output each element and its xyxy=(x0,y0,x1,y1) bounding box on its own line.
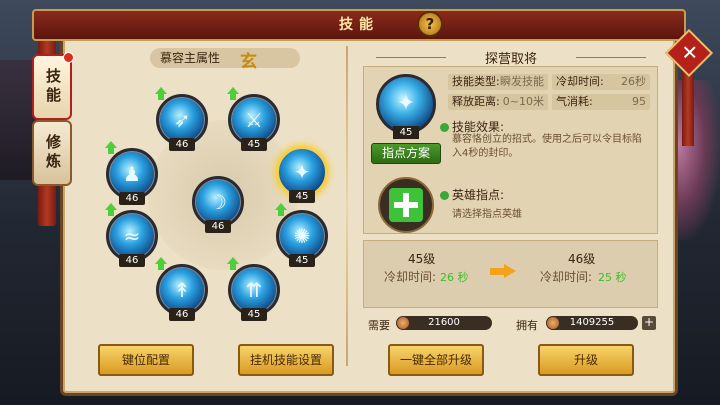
range-label: 释放距离: xyxy=(452,95,500,108)
ice-slash-icon: ☽ xyxy=(209,190,227,214)
coin-icon xyxy=(397,317,409,329)
cooldown-value: 26秒 xyxy=(621,75,646,88)
mana-label: 气消耗: xyxy=(556,95,593,108)
attribute-value: 玄 xyxy=(240,52,257,72)
have-amount: 1409255 xyxy=(546,316,638,330)
warrior-aura-icon: ♟ xyxy=(123,162,141,186)
skill-slot-4-selected[interactable]: ✦ 45 xyxy=(276,146,328,203)
skill-slot-7[interactable]: ✺ 45 xyxy=(275,203,328,267)
current-level: 45级 xyxy=(408,252,436,266)
help-button[interactable]: ? xyxy=(417,11,443,37)
triple-spear-icon: ⇈ xyxy=(245,278,263,302)
skill-slot-5[interactable]: ☽ 46 xyxy=(192,176,244,233)
title-bar: 技能 xyxy=(32,9,686,41)
mana-row: 气消耗: 95 xyxy=(552,94,650,110)
sword-icon: ⚔ xyxy=(245,108,263,132)
skill-slot-1[interactable]: ➶ 46 xyxy=(155,87,208,151)
skill-level: 45 xyxy=(289,190,315,203)
skill-type-value: 瞬发技能 xyxy=(500,75,544,88)
attribute-label: 慕容主属性 xyxy=(160,51,221,65)
skill-type-row: 技能类型: 瞬发技能 xyxy=(448,74,548,90)
hero-guidance-title: 英雄指点: xyxy=(440,186,504,203)
skill-level: 46 xyxy=(119,192,145,205)
next-level: 46级 xyxy=(568,252,596,266)
tab-cultivation-label: 修炼 xyxy=(44,134,62,172)
range-row: 释放距离: 0~10米 xyxy=(448,94,548,110)
skill-slot-8[interactable]: ↟ 46 xyxy=(155,257,208,321)
ice-blade-icon: ➶ xyxy=(173,108,191,132)
bullet-icon xyxy=(440,123,449,132)
add-hero-button[interactable] xyxy=(378,177,434,233)
close-icon: ✕ xyxy=(681,40,699,65)
tab-cultivation[interactable]: 修炼 xyxy=(32,120,72,186)
next-cooldown-value: 25 秒 xyxy=(598,271,627,284)
skill-slot-9[interactable]: ⇈ 45 xyxy=(227,257,280,321)
skill-level: 46 xyxy=(119,254,145,267)
tab-skills[interactable]: 技能 xyxy=(32,52,74,120)
selected-skill-icon: ✦ 45 xyxy=(376,74,436,139)
water-spirit-icon: ≈ xyxy=(123,224,141,248)
skill-level: 45 xyxy=(241,138,267,151)
skill-level: 46 xyxy=(169,138,195,151)
skill-slot-3[interactable]: ♟ 46 xyxy=(105,141,158,205)
guidance-plan-button[interactable]: 指点方案 xyxy=(371,143,441,164)
ice-burst-icon: ✺ xyxy=(293,224,311,248)
ice-spear-icon: ↟ xyxy=(173,278,191,302)
skill-level: 45 xyxy=(241,308,267,321)
upgrade-button[interactable]: 升级 xyxy=(538,344,634,376)
arrow-right-icon xyxy=(490,264,518,278)
upgrade-all-button[interactable]: 一键全部升级 xyxy=(388,344,484,376)
range-value: 0~10米 xyxy=(502,95,544,108)
frozen-figure-icon: ✦ xyxy=(396,91,416,116)
auto-skill-settings-button[interactable]: 挂机技能设置 xyxy=(238,344,334,376)
skill-slot-6[interactable]: ≈ 46 xyxy=(105,203,158,267)
need-label: 需要 xyxy=(368,319,390,332)
current-cooldown-value: 26 秒 xyxy=(440,271,469,284)
keybind-settings-button[interactable]: 键位配置 xyxy=(98,344,194,376)
add-currency-button[interactable]: + xyxy=(642,316,656,330)
need-amount: 21600 xyxy=(396,316,492,330)
skill-slot-2[interactable]: ⚔ 45 xyxy=(227,87,280,151)
have-label: 拥有 xyxy=(516,319,538,332)
window-title: 技能 xyxy=(339,17,379,33)
frozen-figure-icon: ✦ xyxy=(293,160,311,184)
skill-level: 45 xyxy=(289,254,315,267)
coin-icon xyxy=(547,317,559,329)
skill-name-title: 探营取将 xyxy=(366,48,656,67)
skill-level: 46 xyxy=(205,220,231,233)
effect-description: 慕容恪创立的招式。使用之后可以令目标陷入4秒的封印。 xyxy=(452,134,642,159)
notification-dot-icon xyxy=(63,52,74,63)
plus-icon xyxy=(389,188,423,222)
mana-value: 95 xyxy=(632,95,646,108)
panel-divider xyxy=(346,46,348,366)
selected-skill-level: 45 xyxy=(393,126,419,139)
tab-skills-label: 技能 xyxy=(44,68,62,106)
current-cooldown-label: 冷却时间: xyxy=(384,270,437,284)
hero-guidance-title-text: 英雄指点: xyxy=(452,188,505,202)
next-cooldown-label: 冷却时间: xyxy=(540,270,593,284)
effect-title-text: 技能效果: xyxy=(452,120,505,134)
cooldown-label: 冷却时间: xyxy=(556,75,604,88)
skill-level: 46 xyxy=(169,308,195,321)
bullet-icon xyxy=(440,191,449,200)
skill-type-label: 技能类型: xyxy=(452,75,500,88)
cooldown-row: 冷却时间: 26秒 xyxy=(552,74,650,90)
hero-guidance-hint: 请选择指点英雄 xyxy=(452,209,522,220)
